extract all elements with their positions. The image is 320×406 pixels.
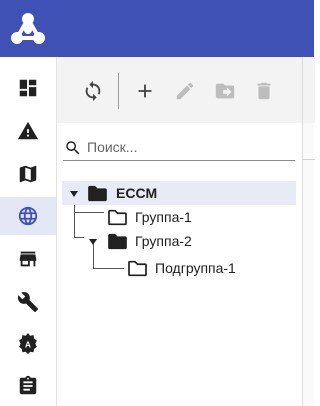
group-tree: ECCM Группа-1 Группа-2 Подгруппа-1 — [57, 175, 302, 295]
sidebar-nav: A — [0, 57, 57, 406]
sidebar-item-alarms[interactable] — [0, 112, 56, 150]
folder-filled-icon — [88, 185, 107, 202]
plus-icon — [138, 84, 152, 98]
tree-connector — [93, 244, 94, 268]
app-root: A Поиск... ECCM Группа-1 Группа-2 Подгру… — [0, 0, 315, 406]
folder-filled-icon — [108, 233, 127, 250]
tree-connector — [74, 237, 84, 238]
svg-text:A: A — [25, 341, 31, 350]
delete-button[interactable] — [252, 79, 276, 103]
folder-outline-icon — [108, 209, 127, 226]
sidebar-item-store[interactable] — [0, 240, 56, 278]
folder-outline-icon — [128, 260, 147, 277]
tree-node-label: Группа-1 — [135, 209, 192, 225]
details-toolbar-edge — [303, 57, 315, 123]
sidebar-item-tools[interactable] — [0, 283, 56, 321]
caret-down-icon[interactable] — [69, 189, 79, 199]
search-box — [63, 134, 295, 161]
app-header — [0, 0, 314, 57]
search-icon — [66, 141, 80, 155]
globe-icon — [18, 206, 38, 226]
search-input[interactable] — [87, 136, 292, 158]
clipboard-icon — [19, 375, 37, 395]
tree-node-label: ECCM — [116, 185, 158, 201]
sidebar-item-dashboard[interactable] — [0, 69, 56, 107]
pencil-icon — [176, 82, 194, 100]
edit-button[interactable] — [173, 79, 197, 103]
wrench-icon — [17, 292, 39, 313]
tree-connector — [74, 212, 104, 213]
caret-down-icon[interactable] — [88, 237, 98, 247]
divider — [303, 159, 315, 160]
dashboard-icon — [19, 79, 37, 97]
trash-icon — [257, 82, 271, 100]
move-button[interactable] — [213, 79, 237, 103]
add-button[interactable] — [133, 79, 157, 103]
folder-move-icon — [215, 83, 235, 99]
tree-node-label: Подгруппа-1 — [155, 260, 236, 276]
sidebar-item-reports[interactable] — [0, 367, 56, 405]
hub-logo-icon[interactable] — [9, 11, 47, 47]
tree-node-label: Группа-2 — [135, 233, 192, 249]
sidebar-item-auto[interactable]: A — [0, 325, 56, 363]
tree-panel: ECCM Группа-1 Группа-2 Подгруппа-1 — [57, 57, 302, 406]
toolbar-separator — [118, 73, 119, 109]
details-panel-edge — [302, 57, 315, 406]
map-icon — [19, 165, 37, 183]
sidebar-item-map[interactable] — [0, 155, 56, 193]
sync-icon — [85, 80, 101, 102]
tree-toolbar — [57, 57, 302, 123]
tree-connector — [93, 268, 124, 269]
sidebar-item-network[interactable] — [0, 197, 56, 235]
refresh-button[interactable] — [81, 79, 105, 103]
auto-badge-icon: A — [19, 333, 37, 355]
store-icon — [19, 251, 37, 267]
warning-icon — [17, 121, 39, 140]
